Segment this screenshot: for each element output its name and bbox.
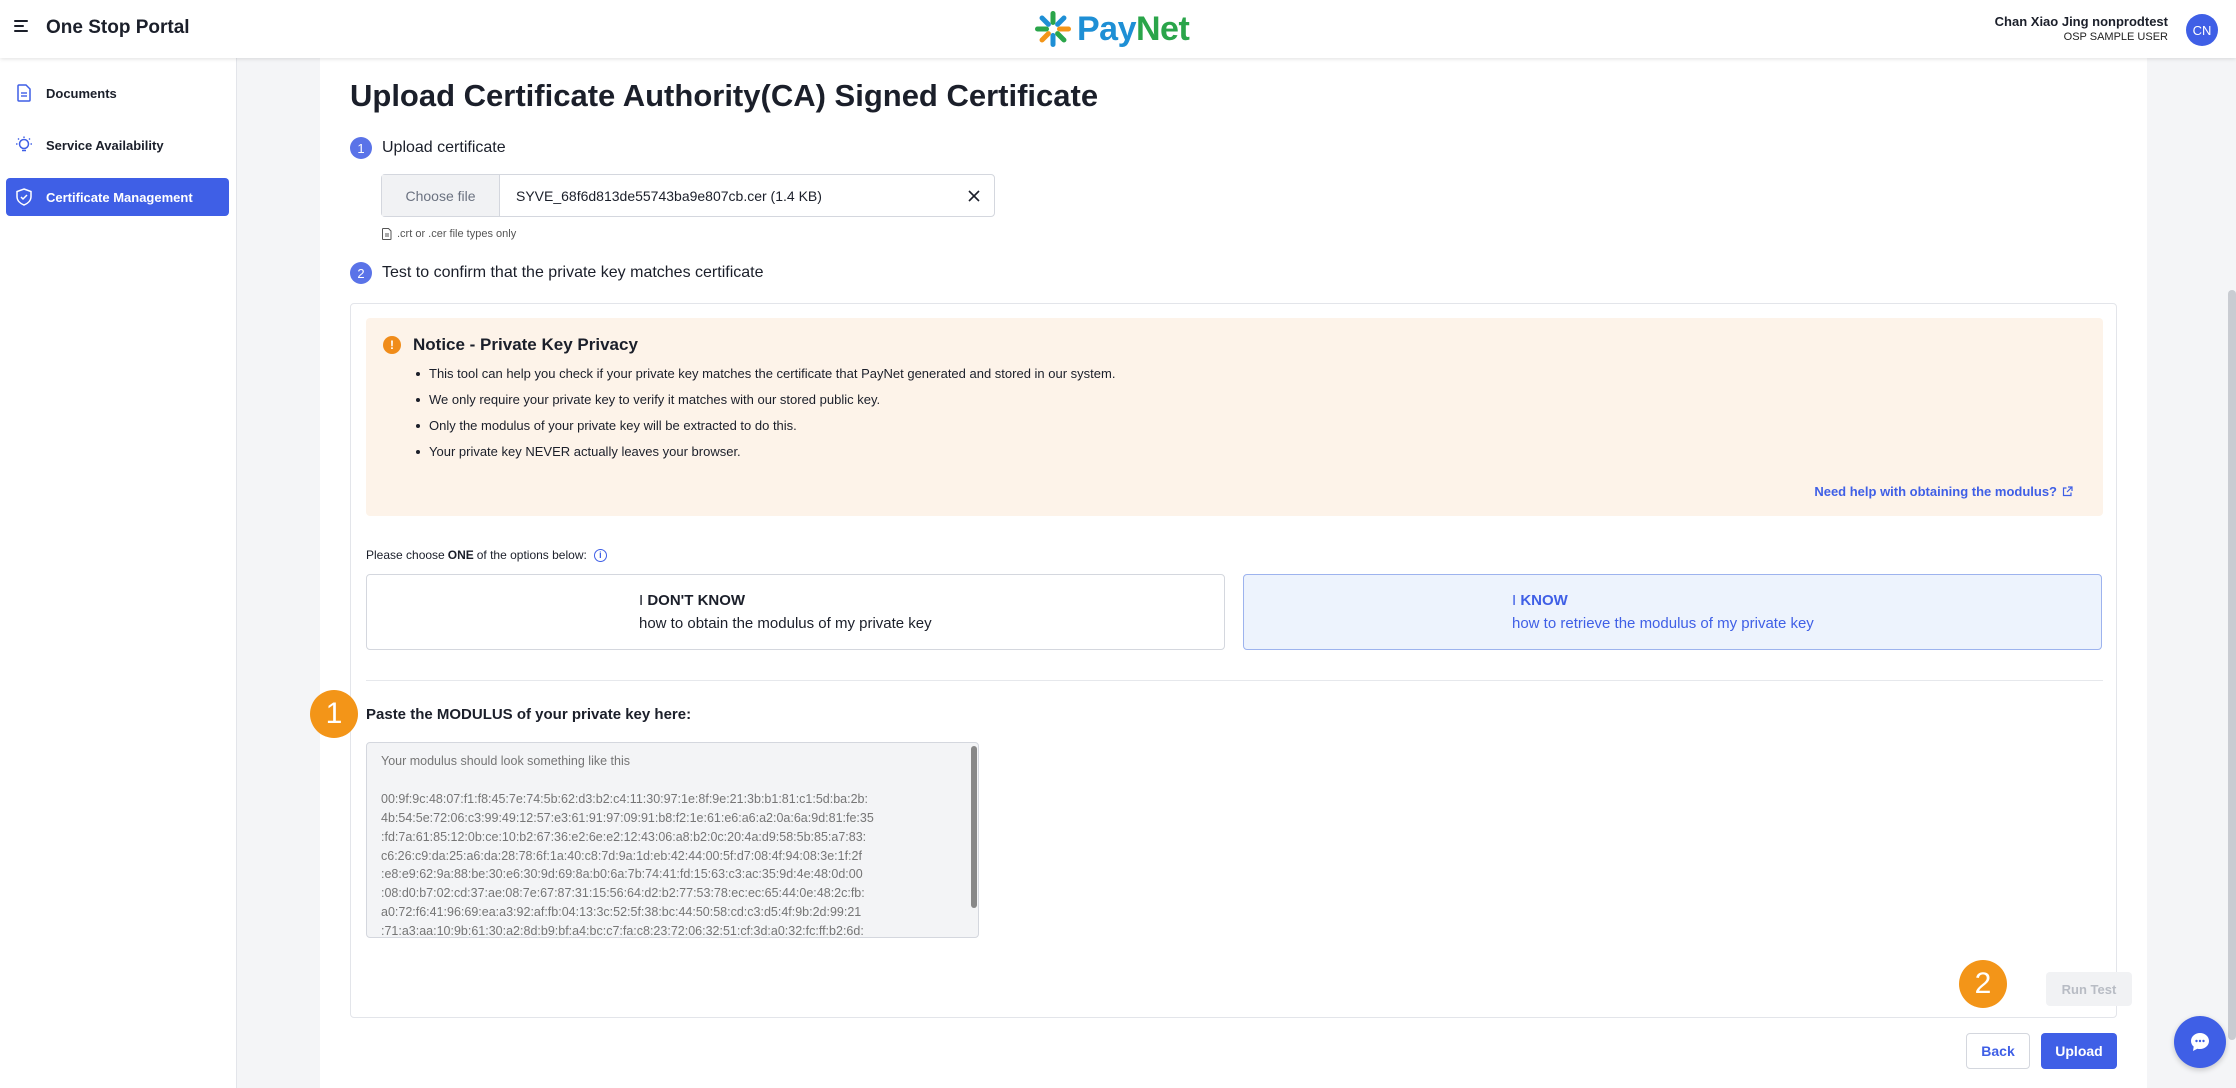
sidebar-item-service-availability[interactable]: Service Availability	[6, 126, 229, 164]
option-dont-know[interactable]: I DON'T KNOW how to obtain the modulus o…	[366, 574, 1225, 650]
shield-check-icon	[14, 187, 34, 207]
modulus-label: Paste the MODULUS of your private key he…	[366, 706, 692, 723]
notice-list: This tool can help you check if your pri…	[412, 361, 1115, 465]
top-header: One Stop Portal PayNet Chan Xiao Jing no…	[0, 0, 2236, 58]
step-label: Upload certificate	[382, 139, 506, 156]
paynet-logo-icon	[1035, 11, 1071, 47]
sidebar-item-label: Documents	[46, 85, 117, 101]
run-test-button[interactable]: Run Test	[2046, 972, 2132, 1006]
modulus-input[interactable]	[366, 742, 979, 938]
sidebar-item-certificate-management[interactable]: Certificate Management	[6, 178, 229, 216]
close-icon[interactable]	[954, 175, 994, 216]
paynet-logo: PayNet	[1033, 8, 1190, 50]
hamburger-menu-icon[interactable]	[14, 20, 30, 34]
info-icon[interactable]: i	[593, 548, 607, 562]
list-item: We only require your private key to veri…	[412, 387, 1115, 413]
main-content: Upload Certificate Authority(CA) Signed …	[320, 58, 2147, 1088]
file-upload-field[interactable]: Choose file SYVE_68f6d813de55743ba9e807c…	[381, 174, 995, 217]
choose-option-instruction: Please choose ONE of the options below: i	[366, 548, 607, 562]
callout-marker-1: 1	[310, 690, 358, 738]
file-type-hint: .crt or .cer file types only	[382, 228, 516, 240]
upload-button[interactable]: Upload	[2041, 1033, 2117, 1069]
step-number: 1	[350, 137, 372, 159]
user-info[interactable]: Chan Xiao Jing nonprodtest OSP SAMPLE US…	[1995, 14, 2168, 43]
privacy-notice: ! Notice - Private Key Privacy This tool…	[366, 318, 2103, 516]
list-item: Your private key NEVER actually leaves y…	[412, 439, 1115, 465]
file-icon	[382, 228, 392, 240]
avatar[interactable]: CN	[2186, 14, 2218, 46]
page-scrollbar[interactable]	[2228, 290, 2236, 1040]
list-item: Only the modulus of your private key wil…	[412, 413, 1115, 439]
external-link-icon	[2062, 486, 2073, 497]
chat-button[interactable]	[2174, 1016, 2226, 1068]
test-panel: ! Notice - Private Key Privacy This tool…	[350, 303, 2132, 1018]
back-button[interactable]: Back	[1966, 1033, 2030, 1069]
user-name: Chan Xiao Jing nonprodtest	[1994, 14, 2168, 29]
textarea-scrollbar[interactable]	[971, 746, 977, 908]
step-test-private-key: 2 Test to confirm that the private key m…	[350, 262, 764, 284]
paynet-logo-text: PayNet	[1077, 9, 1190, 48]
sidebar: Documents Service Availability Certifica…	[0, 58, 237, 1088]
sidebar-item-label: Service Availability	[46, 137, 164, 153]
divider	[366, 680, 2103, 681]
user-role: OSP SAMPLE USER	[2063, 31, 2168, 43]
warning-icon: !	[383, 336, 401, 354]
step-number: 2	[350, 262, 372, 284]
file-name: SYVE_68f6d813de55743ba9e807cb.cer (1.4 K…	[516, 187, 822, 204]
document-icon	[14, 83, 34, 103]
sidebar-item-label: Certificate Management	[46, 189, 193, 205]
choose-file-button[interactable]: Choose file	[382, 175, 500, 216]
modulus-help-link[interactable]: Need help with obtaining the modulus?	[1814, 484, 2073, 499]
page-title: Upload Certificate Authority(CA) Signed …	[350, 78, 1099, 113]
app-title: One Stop Portal	[46, 17, 190, 38]
sidebar-item-documents[interactable]: Documents	[6, 74, 229, 112]
step-upload-certificate: 1 Upload certificate	[350, 137, 506, 159]
list-item: This tool can help you check if your pri…	[412, 361, 1115, 387]
notice-title: Notice - Private Key Privacy	[413, 335, 638, 354]
callout-marker-2: 2	[1959, 960, 2007, 1008]
lightbulb-icon	[14, 135, 34, 155]
option-know[interactable]: I KNOW how to retrieve the modulus of my…	[1243, 574, 2102, 650]
step-label: Test to confirm that the private key mat…	[382, 264, 764, 281]
chat-icon	[2191, 1033, 2209, 1051]
